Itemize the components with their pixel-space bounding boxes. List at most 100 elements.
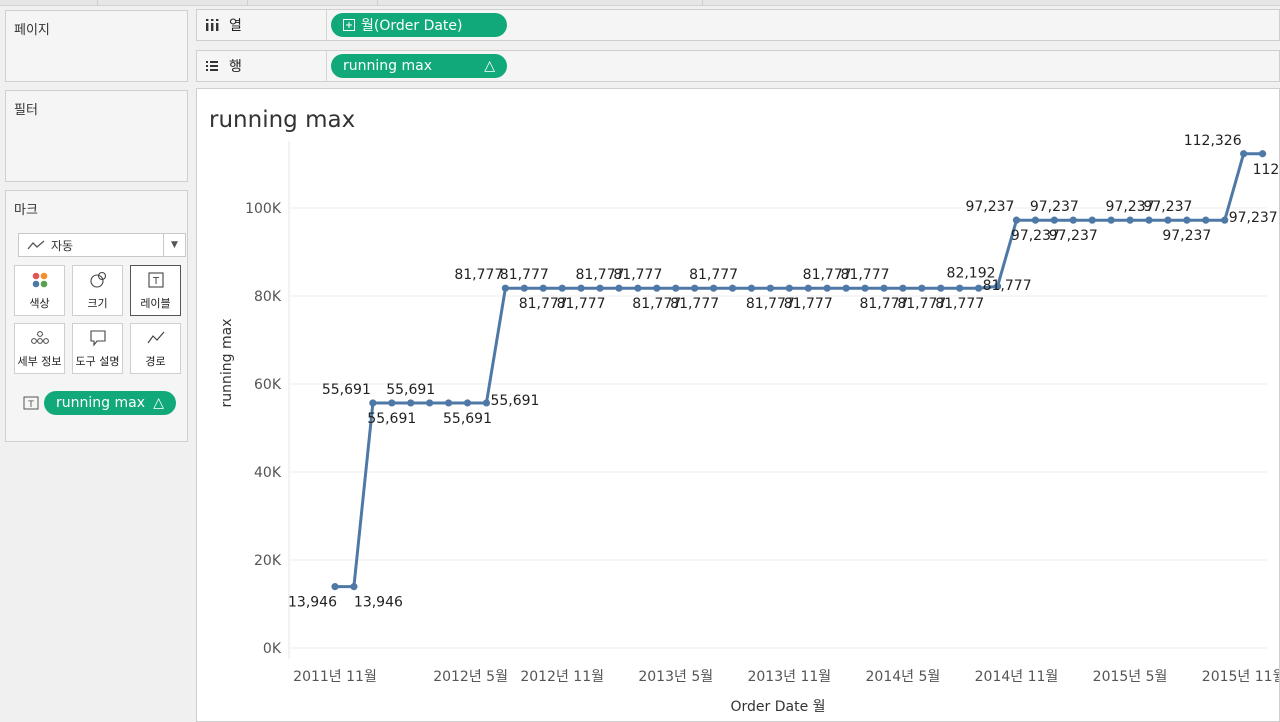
x-tick-label: 2014년 11월 <box>975 669 1059 685</box>
y-axis: 0K 20K 40K 60K 80K 100K <box>245 201 282 657</box>
data-point <box>1145 216 1153 224</box>
data-point <box>520 284 528 292</box>
order-date-pill-text: 월(Order Date) <box>361 18 463 34</box>
x-tick-label: 2013년 5월 <box>638 669 713 685</box>
data-labels: 13,946 13,946 55,691 55,691 55,691 55,691 55,6… <box>288 133 1279 611</box>
chevron-down-icon[interactable]: ▼ <box>163 234 185 256</box>
data-label: 97,237 <box>965 199 1014 215</box>
data-label: 82,192 <box>947 265 996 281</box>
columns-icon <box>206 19 219 31</box>
columns-shelf-label: 열 <box>197 10 327 40</box>
columns-shelf[interactable]: 열 월(Order Date) <box>196 9 1280 41</box>
detail-dots-icon <box>30 330 49 344</box>
mark-type-dropdown[interactable]: 자동 ▼ <box>18 233 186 257</box>
series-line-path <box>335 152 1263 589</box>
label-field-pill[interactable]: running max △ <box>44 391 176 415</box>
data-point <box>880 284 888 292</box>
y-tick-label: 40K <box>254 465 282 481</box>
x-tick-label: 2012년 11월 <box>520 669 604 685</box>
data-point <box>501 284 509 292</box>
data-label: 13,946 <box>354 595 403 611</box>
data-label: 55,691 <box>443 411 492 427</box>
data-point <box>539 284 547 292</box>
data-point <box>653 284 661 292</box>
marks-card: 마크 자동 ▼ 색상 크기 T 레이블 세부 정보 도구 설명 경로 T run… <box>5 190 188 442</box>
y-tick-label: 60K <box>254 377 282 393</box>
series-points <box>331 150 1267 591</box>
x-tick-label: 2015년 11월 <box>1202 669 1279 685</box>
label-text-icon: T <box>147 271 164 288</box>
x-tick-label: 2015년 5월 <box>1093 669 1168 685</box>
pages-title: 페이지 <box>14 23 50 38</box>
data-label: 97,237 <box>1162 228 1211 244</box>
top-tab[interactable] <box>378 0 703 6</box>
size-button[interactable]: 크기 <box>72 265 123 316</box>
data-point <box>823 284 831 292</box>
running-max-pill[interactable]: running max △ <box>331 54 507 78</box>
rows-shelf[interactable]: 행 running max △ <box>196 50 1280 82</box>
top-tab[interactable] <box>0 0 98 6</box>
tooltip-button[interactable]: 도구 설명 <box>72 323 123 374</box>
data-point <box>710 284 718 292</box>
data-label: 13,946 <box>288 595 337 611</box>
data-label: 81,777 <box>454 267 503 283</box>
data-label: 81,777 <box>670 296 719 312</box>
x-tick-label: 2013년 11월 <box>747 669 831 685</box>
data-point <box>388 399 396 407</box>
data-point <box>899 284 907 292</box>
color-button[interactable]: 색상 <box>14 265 65 316</box>
data-label: 81,777 <box>935 296 984 312</box>
table-calc-icon: △ <box>484 58 495 74</box>
data-point <box>634 284 642 292</box>
data-point <box>444 399 453 407</box>
label-label: 레이블 <box>140 296 171 310</box>
data-label: 55,691 <box>386 382 435 398</box>
data-point <box>728 284 737 292</box>
data-point <box>804 284 812 292</box>
data-point <box>956 284 964 292</box>
data-label: 55,691 <box>490 393 539 409</box>
data-point <box>785 284 793 292</box>
data-label: 81,777 <box>500 267 549 283</box>
label-text-icon: T <box>23 396 39 410</box>
data-point <box>672 284 680 292</box>
data-point <box>1069 216 1077 224</box>
detail-label: 세부 정보 <box>17 354 62 368</box>
rows-label: 행 <box>229 59 242 75</box>
detail-button[interactable]: 세부 정보 <box>14 323 65 374</box>
data-point <box>1031 216 1040 224</box>
data-point <box>1107 216 1115 224</box>
view-canvas[interactable]: running max 0K 20K 40K 60K 80K 100K 2011년 11월… <box>196 88 1280 722</box>
svg-text:T: T <box>27 400 34 410</box>
series-line <box>335 152 1263 589</box>
path-button[interactable]: 경로 <box>130 323 181 374</box>
data-label: 97,237 <box>1030 199 1079 215</box>
svg-text:T: T <box>151 276 159 287</box>
size-label: 크기 <box>87 296 108 310</box>
line-chart[interactable]: 0K 20K 40K 60K 80K 100K 2011년 11월 2012년 5월 2012… <box>197 89 1279 721</box>
top-tab[interactable] <box>98 0 248 6</box>
expand-plus-icon[interactable] <box>343 19 355 31</box>
x-tick-label: 2012년 5월 <box>433 669 508 685</box>
filters-title: 필터 <box>14 103 38 118</box>
data-point <box>426 399 434 407</box>
label-button[interactable]: T 레이블 <box>130 265 181 316</box>
data-point <box>766 284 774 292</box>
top-tab[interactable] <box>248 0 378 6</box>
data-point <box>331 583 339 591</box>
tooltip-icon <box>89 329 106 347</box>
data-point <box>1164 216 1172 224</box>
marks-title: 마크 <box>14 203 38 218</box>
filters-panel[interactable]: 필터 <box>5 90 188 182</box>
rows-icon <box>206 61 218 71</box>
pages-panel[interactable]: 페이지 <box>5 10 188 82</box>
x-axis: 2011년 11월 2012년 5월 2012년 11월 2013년 5월 2013년 … <box>293 669 1279 685</box>
data-point <box>407 399 415 407</box>
data-point <box>975 284 983 292</box>
data-label: 81,777 <box>689 267 738 283</box>
rows-shelf-label: 행 <box>197 51 327 81</box>
data-label: 81,777 <box>557 296 606 312</box>
order-date-pill[interactable]: 월(Order Date) <box>331 13 507 37</box>
data-point <box>596 284 604 292</box>
data-point <box>1012 216 1021 224</box>
